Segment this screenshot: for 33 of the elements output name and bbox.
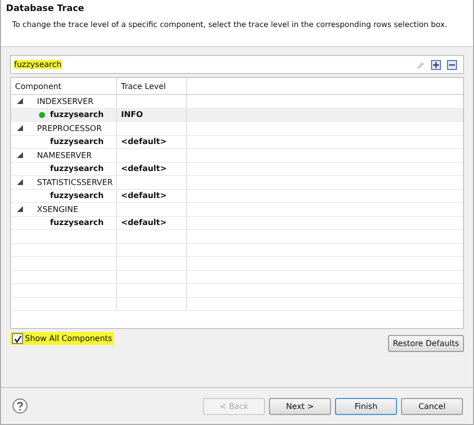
trace-level-cell[interactable]: <default>: [121, 191, 167, 200]
trace-level-cell[interactable]: <default>: [121, 218, 167, 228]
wizard-button[interactable]: Next >: [269, 398, 331, 414]
trace-level-cell[interactable]: INFO: [121, 110, 143, 120]
tree-toggle-icon[interactable]: [17, 179, 23, 186]
trace-level-cell[interactable]: <default>: [121, 137, 167, 146]
expand-all-icon[interactable]: [431, 60, 441, 70]
tree-toggle-icon[interactable]: [17, 152, 23, 158]
tree-item[interactable]: fuzzysearch: [50, 110, 104, 120]
wizard-button[interactable]: Finish: [335, 398, 397, 414]
tree-item[interactable]: fuzzysearch: [50, 137, 104, 146]
trace-level-cell[interactable]: <default>: [121, 164, 167, 174]
checkbox[interactable]: [12, 333, 23, 344]
tree-toggle-icon[interactable]: [17, 125, 23, 132]
collapse-all-icon[interactable]: [447, 60, 457, 70]
restore-defaults-button[interactable]: Restore Defaults: [388, 335, 464, 352]
tree-toggle-icon[interactable]: [17, 98, 23, 104]
page-title: Database Trace: [6, 4, 86, 14]
tree-item[interactable]: fuzzysearch: [50, 218, 104, 228]
tree-item[interactable]: NAMESERVER: [37, 150, 92, 160]
wizard-button[interactable]: Cancel: [401, 398, 463, 414]
help-icon[interactable]: [12, 398, 28, 414]
tree-item[interactable]: STATISTICSSERVER: [37, 178, 113, 187]
tree-item[interactable]: PREPROCESSOR: [37, 124, 102, 133]
filter-field[interactable]: fuzzysearch: [10, 55, 464, 74]
tree-item[interactable]: fuzzysearch: [50, 164, 104, 174]
tree-item[interactable]: INDEXSERVER: [37, 96, 94, 106]
column-header[interactable]: Component: [11, 78, 117, 94]
filter-text: fuzzysearch: [14, 60, 62, 69]
tree-item[interactable]: XSENGINE: [37, 204, 78, 214]
tree-item[interactable]: fuzzysearch: [50, 191, 104, 200]
column-header[interactable]: Trace Level: [117, 78, 187, 94]
tree-toggle-icon[interactable]: [17, 206, 23, 212]
